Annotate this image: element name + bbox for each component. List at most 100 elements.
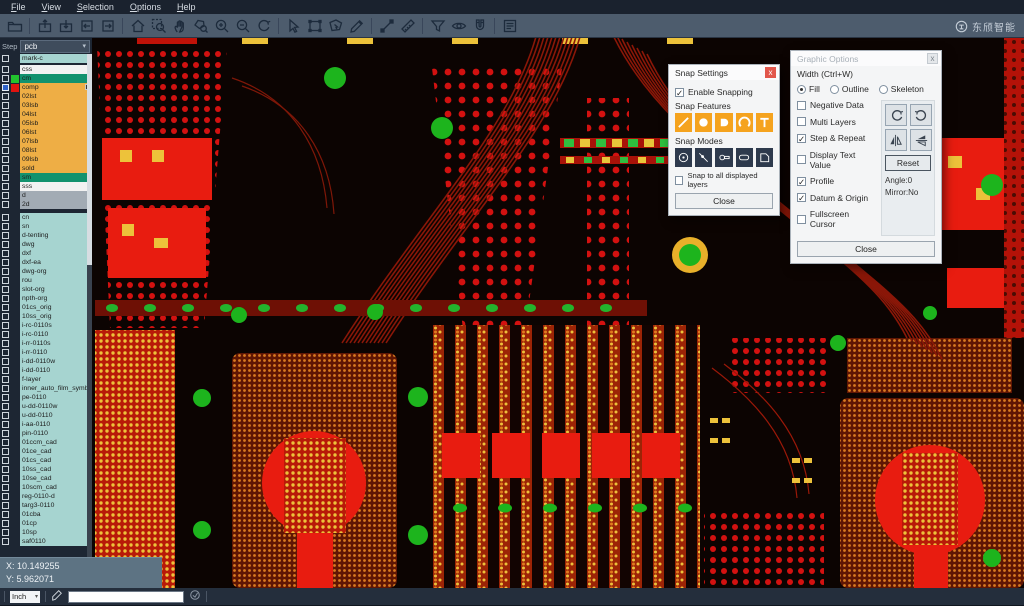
graphic-option-fullscreen-cursor[interactable]: Fullscreen Cursor bbox=[797, 209, 876, 229]
page-next-icon[interactable] bbox=[97, 16, 118, 36]
layer-visibility-checkbox[interactable] bbox=[2, 129, 9, 136]
checkbox[interactable]: ✓ bbox=[797, 177, 806, 186]
close-icon[interactable]: x bbox=[765, 67, 776, 78]
layer-row[interactable]: 10se_cad bbox=[0, 474, 92, 483]
layer-visibility-checkbox[interactable] bbox=[2, 102, 9, 109]
checkbox[interactable]: ✓ bbox=[675, 88, 684, 97]
layer-row[interactable]: rou bbox=[0, 276, 92, 285]
radio-icon[interactable] bbox=[830, 85, 839, 94]
menu-item-options[interactable]: Options bbox=[123, 1, 168, 13]
layer-row[interactable]: i-rc-0110 bbox=[0, 330, 92, 339]
layer-visibility-checkbox[interactable] bbox=[2, 313, 9, 320]
snap-line-icon[interactable] bbox=[675, 113, 692, 132]
layer-row[interactable]: sm bbox=[0, 173, 92, 182]
layer-visibility-checkbox[interactable] bbox=[2, 322, 9, 329]
snap-text-icon[interactable] bbox=[756, 113, 773, 132]
checkbox[interactable] bbox=[797, 155, 806, 164]
layer-visibility-checkbox[interactable] bbox=[2, 120, 9, 127]
layer-row[interactable]: 2d bbox=[0, 200, 92, 209]
snap-slot-icon[interactable] bbox=[736, 148, 753, 167]
layers-panel-icon[interactable] bbox=[499, 16, 520, 36]
snap-key-icon[interactable] bbox=[715, 148, 732, 167]
layer-visibility-checkbox[interactable] bbox=[2, 286, 9, 293]
layer-visibility-checkbox[interactable] bbox=[2, 358, 9, 365]
width-radio-skeleton[interactable]: Skeleton bbox=[879, 84, 924, 94]
layer-row[interactable]: pe-0110 bbox=[0, 393, 92, 402]
layer-row[interactable]: 07lsb bbox=[0, 137, 92, 146]
checkbox[interactable] bbox=[797, 117, 806, 126]
layer-visibility-checkbox[interactable] bbox=[2, 165, 9, 172]
snap-all-layers-option[interactable]: Snap to all displayed layers bbox=[675, 171, 773, 189]
layer-row[interactable]: i-dd-0110w bbox=[0, 357, 92, 366]
layer-visibility-checkbox[interactable] bbox=[2, 349, 9, 356]
layer-visibility-checkbox[interactable] bbox=[2, 484, 9, 491]
layer-visibility-checkbox[interactable] bbox=[2, 394, 9, 401]
zoom-out-icon[interactable] bbox=[232, 16, 253, 36]
layer-visibility-checkbox[interactable] bbox=[2, 430, 9, 437]
layer-row[interactable]: 01ccm_cad bbox=[0, 438, 92, 447]
layer-row[interactable]: pin-0110 bbox=[0, 429, 92, 438]
layer-visibility-checkbox[interactable] bbox=[2, 156, 9, 163]
command-input[interactable] bbox=[68, 591, 184, 603]
layer-row[interactable]: i-rr-0110s bbox=[0, 339, 92, 348]
menu-item-help[interactable]: Help bbox=[170, 1, 203, 13]
menu-item-selection[interactable]: Selection bbox=[70, 1, 121, 13]
layer-row[interactable]: targ3-0110 bbox=[0, 501, 92, 510]
layer-visibility-checkbox[interactable] bbox=[2, 192, 9, 199]
layer-visibility-checkbox[interactable] bbox=[2, 259, 9, 266]
layer-row[interactable]: saf0110 bbox=[0, 537, 92, 546]
graphic-option-step-repeat[interactable]: ✓Step & Repeat bbox=[797, 133, 876, 143]
layer-row[interactable]: 03lsb bbox=[0, 101, 92, 110]
mirror-vertical-icon[interactable] bbox=[910, 129, 932, 151]
layer-row[interactable]: cm bbox=[0, 74, 92, 83]
step-select[interactable]: pcb ▾ bbox=[20, 40, 90, 53]
layer-row[interactable]: 09lsb bbox=[0, 155, 92, 164]
open-icon[interactable] bbox=[4, 16, 25, 36]
layer-visibility-checkbox[interactable] bbox=[2, 268, 9, 275]
layer-row[interactable]: mark-c bbox=[0, 54, 92, 63]
layer-row[interactable]: 02lst bbox=[0, 92, 92, 101]
export-icon[interactable] bbox=[55, 16, 76, 36]
layer-visibility-checkbox[interactable] bbox=[2, 493, 9, 500]
graphic-option-datum-origin[interactable]: ✓Datum & Origin bbox=[797, 193, 876, 203]
layer-row[interactable]: i-aa-0110 bbox=[0, 420, 92, 429]
layer-row[interactable]: 01cs_cad bbox=[0, 456, 92, 465]
page-prev-icon[interactable] bbox=[76, 16, 97, 36]
layer-visibility-checkbox[interactable] bbox=[2, 111, 9, 118]
layer-visibility-checkbox[interactable] bbox=[2, 55, 9, 62]
layer-visibility-checkbox[interactable] bbox=[2, 412, 9, 419]
layer-visibility-checkbox[interactable] bbox=[2, 475, 9, 482]
layer-visibility-checkbox[interactable] bbox=[2, 520, 9, 527]
layer-visibility-checkbox[interactable] bbox=[2, 457, 9, 464]
line-tool-icon[interactable] bbox=[376, 16, 397, 36]
graphic-options-titlebar[interactable]: Graphic Options x bbox=[791, 51, 941, 66]
layer-visibility-checkbox[interactable] bbox=[2, 529, 9, 536]
layer-visibility-checkbox[interactable] bbox=[2, 448, 9, 455]
layer-row[interactable]: dxf bbox=[0, 249, 92, 258]
layer-visibility-checkbox[interactable] bbox=[2, 93, 9, 100]
menu-item-view[interactable]: View bbox=[35, 1, 68, 13]
layer-visibility-checkbox[interactable] bbox=[2, 403, 9, 410]
layer-visibility-checkbox[interactable] bbox=[2, 295, 9, 302]
layer-visibility-checkbox[interactable] bbox=[2, 183, 9, 190]
enable-snapping-option[interactable]: ✓ Enable Snapping bbox=[675, 87, 773, 97]
checkbox[interactable] bbox=[675, 176, 683, 185]
checkbox[interactable] bbox=[797, 101, 806, 110]
layer-row[interactable]: reg-0110-d bbox=[0, 492, 92, 501]
highlight-brush-icon[interactable] bbox=[346, 16, 367, 36]
layer-row[interactable]: inner_auto_film_symb bbox=[0, 384, 92, 393]
layer-row[interactable]: i-rc-0110s bbox=[0, 321, 92, 330]
layer-visibility-checkbox[interactable] bbox=[2, 138, 9, 145]
layer-visibility-checkbox[interactable] bbox=[2, 439, 9, 446]
zoom-in-icon[interactable] bbox=[211, 16, 232, 36]
new-note-icon[interactable] bbox=[51, 588, 63, 606]
layer-row[interactable]: u-dd-0110w bbox=[0, 402, 92, 411]
layer-visibility-checkbox[interactable] bbox=[2, 84, 9, 91]
graphic-option-multi-layers[interactable]: Multi Layers bbox=[797, 117, 876, 127]
layer-row[interactable]: npth-org bbox=[0, 294, 92, 303]
layer-visibility-checkbox[interactable] bbox=[2, 223, 9, 230]
reset-button[interactable]: Reset bbox=[885, 155, 931, 171]
zoom-polygon-icon[interactable] bbox=[190, 16, 211, 36]
graphic-option-negative-data[interactable]: Negative Data bbox=[797, 100, 876, 110]
snap-pad-icon[interactable] bbox=[695, 113, 712, 132]
